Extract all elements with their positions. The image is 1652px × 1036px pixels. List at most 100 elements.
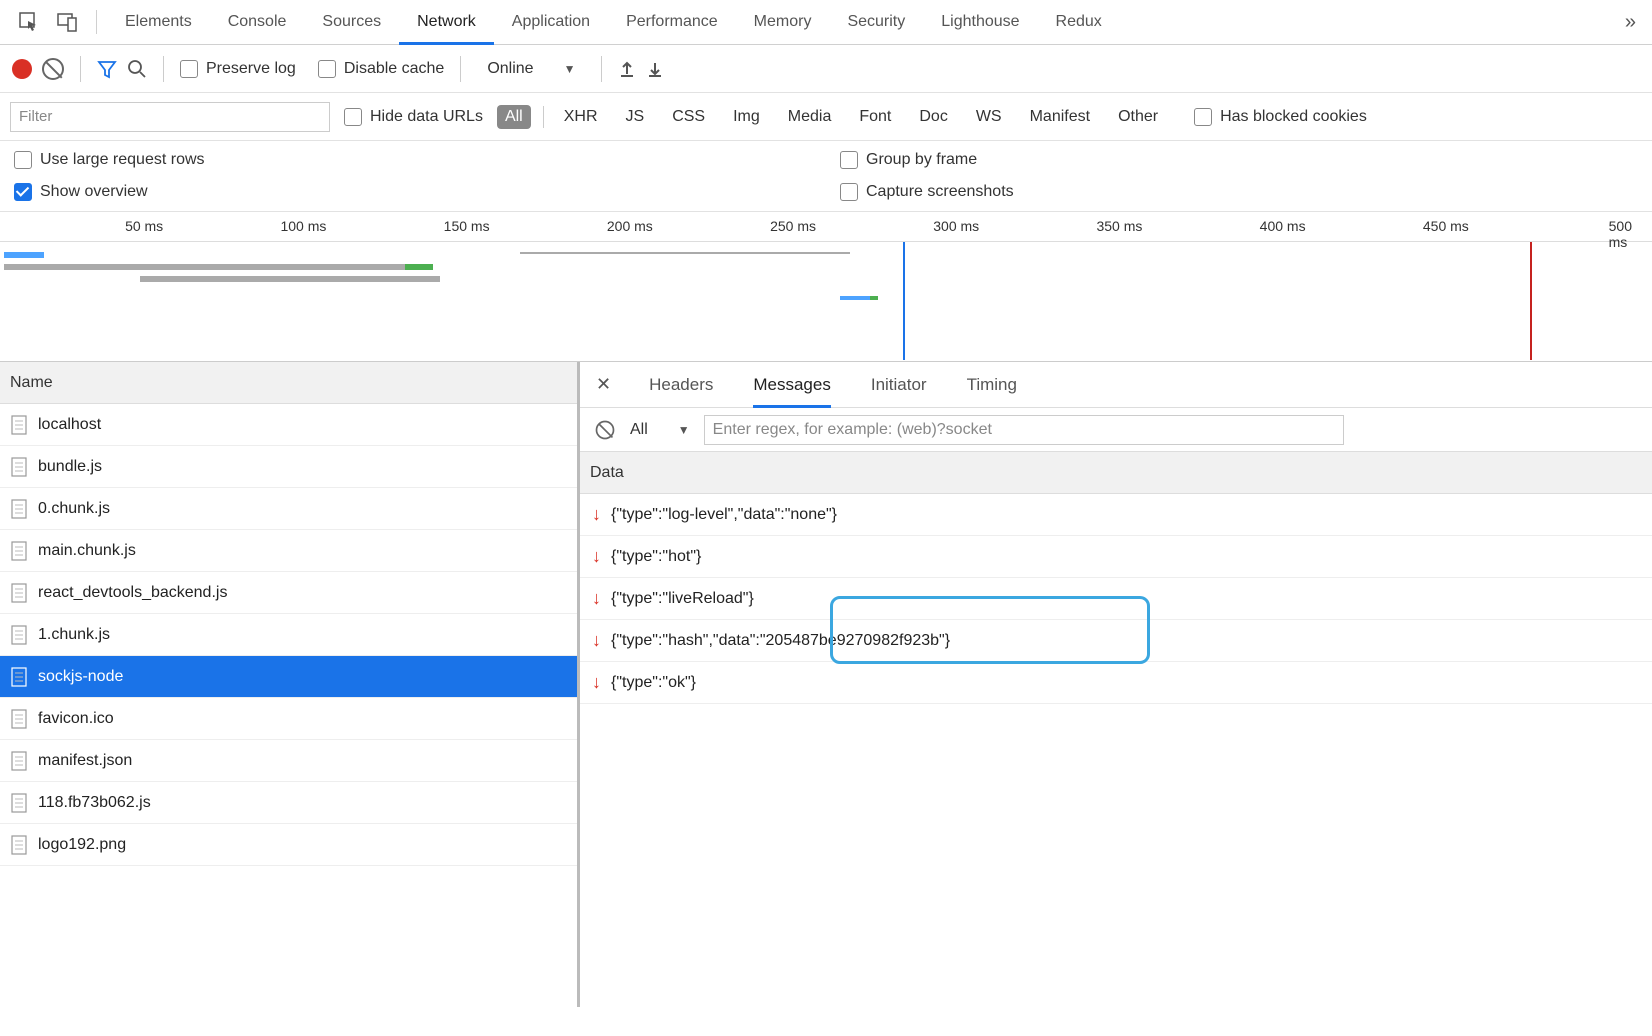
throttling-value: Online — [487, 60, 533, 78]
incoming-arrow-icon: ↓ — [592, 672, 601, 693]
request-row[interactable]: logo192.png — [0, 824, 577, 866]
messages-list[interactable]: ↓{"type":"log-level","data":"none"}↓{"ty… — [580, 494, 1652, 1007]
resource-type-css[interactable]: CSS — [664, 105, 713, 129]
resource-type-media[interactable]: Media — [780, 105, 840, 129]
requests-list[interactable]: localhostbundle.js 0.chunk.js main.chunk.j… — [0, 404, 577, 1007]
tab-sources[interactable]: Sources — [304, 0, 399, 45]
messages-regex-input[interactable] — [704, 415, 1344, 445]
tab-lighthouse[interactable]: Lighthouse — [923, 0, 1037, 45]
tab-security[interactable]: Security — [829, 0, 923, 45]
large-request-rows-checkbox[interactable]: Use large request rows — [14, 151, 812, 169]
request-row[interactable]: manifest.json — [0, 740, 577, 782]
request-name: favicon.ico — [38, 710, 114, 728]
has-blocked-cookies-checkbox[interactable]: Has blocked cookies — [1194, 108, 1367, 126]
tab-performance[interactable]: Performance — [608, 0, 736, 45]
network-split: Name localhostbundle.js 0.chunk.js main.ch… — [0, 362, 1652, 1007]
data-column-header[interactable]: Data — [580, 452, 1652, 494]
incoming-arrow-icon: ↓ — [592, 630, 601, 651]
message-row[interactable]: ↓{"type":"ok"} — [580, 662, 1652, 704]
request-row[interactable]: 0.chunk.js — [0, 488, 577, 530]
file-icon — [10, 667, 28, 687]
resource-type-all[interactable]: All — [497, 105, 531, 129]
hide-data-urls-label: Hide data URLs — [370, 108, 483, 126]
clear-messages-button[interactable] — [596, 420, 615, 439]
request-row[interactable]: main.chunk.js — [0, 530, 577, 572]
search-icon[interactable] — [127, 59, 147, 79]
detail-pane: ✕ Headers Messages Initiator Timing All ▼ D… — [580, 362, 1652, 1007]
message-row[interactable]: ↓{"type":"log-level","data":"none"} — [580, 494, 1652, 536]
detail-tab-messages[interactable]: Messages — [753, 362, 830, 408]
request-name: sockjs-node — [38, 668, 123, 686]
file-icon — [10, 457, 28, 477]
chevron-down-icon: ▼ — [564, 62, 576, 76]
checkbox-icon — [840, 151, 858, 169]
filter-toggle-icon[interactable] — [97, 59, 117, 79]
request-row[interactable]: 1.chunk.js — [0, 614, 577, 656]
overview-timeline[interactable]: 50 ms100 ms150 ms200 ms250 ms300 ms350 m… — [0, 212, 1652, 362]
load-line — [1530, 242, 1532, 360]
resource-type-doc[interactable]: Doc — [911, 105, 955, 129]
resource-type-img[interactable]: Img — [725, 105, 768, 129]
resource-type-manifest[interactable]: Manifest — [1022, 105, 1098, 129]
detail-tab-initiator[interactable]: Initiator — [871, 362, 927, 408]
timeline-tick: 100 ms — [280, 218, 326, 234]
file-icon — [10, 583, 28, 603]
preserve-log-checkbox[interactable]: Preserve log — [180, 60, 296, 78]
request-name: react_devtools_backend.js — [38, 584, 227, 602]
capture-screenshots-checkbox[interactable]: Capture screenshots — [840, 183, 1638, 201]
resource-type-font[interactable]: Font — [851, 105, 899, 129]
resource-type-other[interactable]: Other — [1110, 105, 1166, 129]
file-icon — [10, 709, 28, 729]
name-column-header[interactable]: Name — [0, 362, 577, 404]
request-row[interactable]: favicon.ico — [0, 698, 577, 740]
message-row[interactable]: ↓{"type":"hot"} — [580, 536, 1652, 578]
resource-type-ws[interactable]: WS — [968, 105, 1010, 129]
tab-application[interactable]: Application — [494, 0, 608, 45]
checkbox-icon — [14, 183, 32, 201]
message-row[interactable]: ↓{"type":"liveReload"} — [580, 578, 1652, 620]
data-header-label: Data — [590, 464, 624, 482]
inspect-icon[interactable] — [16, 9, 42, 35]
file-icon — [10, 415, 28, 435]
timeline-tick: 250 ms — [770, 218, 816, 234]
checkbox-icon — [1194, 108, 1212, 126]
tab-elements[interactable]: Elements — [107, 0, 210, 45]
disable-cache-checkbox[interactable]: Disable cache — [318, 60, 445, 78]
resource-type-js[interactable]: JS — [618, 105, 653, 129]
timeline-tick: 200 ms — [607, 218, 653, 234]
record-button[interactable] — [12, 59, 32, 79]
close-detail-button[interactable]: ✕ — [596, 374, 611, 395]
tabs-overflow-icon[interactable]: » — [1625, 11, 1636, 34]
timeline-tick: 50 ms — [125, 218, 163, 234]
request-row[interactable]: sockjs-node — [0, 656, 577, 698]
download-har-icon[interactable] — [646, 60, 664, 78]
detail-tab-headers[interactable]: Headers — [649, 362, 713, 408]
message-data: {"type":"liveReload"} — [611, 590, 754, 608]
request-row[interactable]: bundle.js — [0, 446, 577, 488]
request-row[interactable]: localhost — [0, 404, 577, 446]
show-overview-checkbox[interactable]: Show overview — [14, 183, 812, 201]
group-by-frame-checkbox[interactable]: Group by frame — [840, 151, 1638, 169]
tab-redux[interactable]: Redux — [1038, 0, 1120, 45]
filter-input[interactable] — [10, 102, 330, 132]
devtools-tabs-bar: ElementsConsoleSourcesNetworkApplication… — [0, 0, 1652, 45]
group-by-frame-label: Group by frame — [866, 151, 977, 169]
resource-type-xhr[interactable]: XHR — [556, 105, 606, 129]
device-toggle-icon[interactable] — [54, 9, 80, 35]
detail-tab-timing[interactable]: Timing — [967, 362, 1017, 408]
chevron-down-icon: ▼ — [678, 423, 690, 437]
messages-type-select[interactable]: All ▼ — [630, 421, 690, 439]
hide-data-urls-checkbox[interactable]: Hide data URLs — [344, 108, 483, 126]
tab-network[interactable]: Network — [399, 0, 494, 45]
throttling-select[interactable]: Online ▼ — [477, 56, 585, 82]
timeline-body — [0, 242, 1652, 360]
clear-button[interactable] — [42, 58, 64, 80]
tab-memory[interactable]: Memory — [736, 0, 830, 45]
message-row[interactable]: ↓{"type":"hash","data":"205487be9270982f… — [580, 620, 1652, 662]
request-row[interactable]: 118.fb73b062.js — [0, 782, 577, 824]
filter-bar: Hide data URLs All XHR JS CSS Img Media Font Do… — [0, 93, 1652, 141]
upload-har-icon[interactable] — [618, 60, 636, 78]
request-name: 0.chunk.js — [38, 500, 110, 518]
request-row[interactable]: react_devtools_backend.js — [0, 572, 577, 614]
tab-console[interactable]: Console — [210, 0, 305, 45]
